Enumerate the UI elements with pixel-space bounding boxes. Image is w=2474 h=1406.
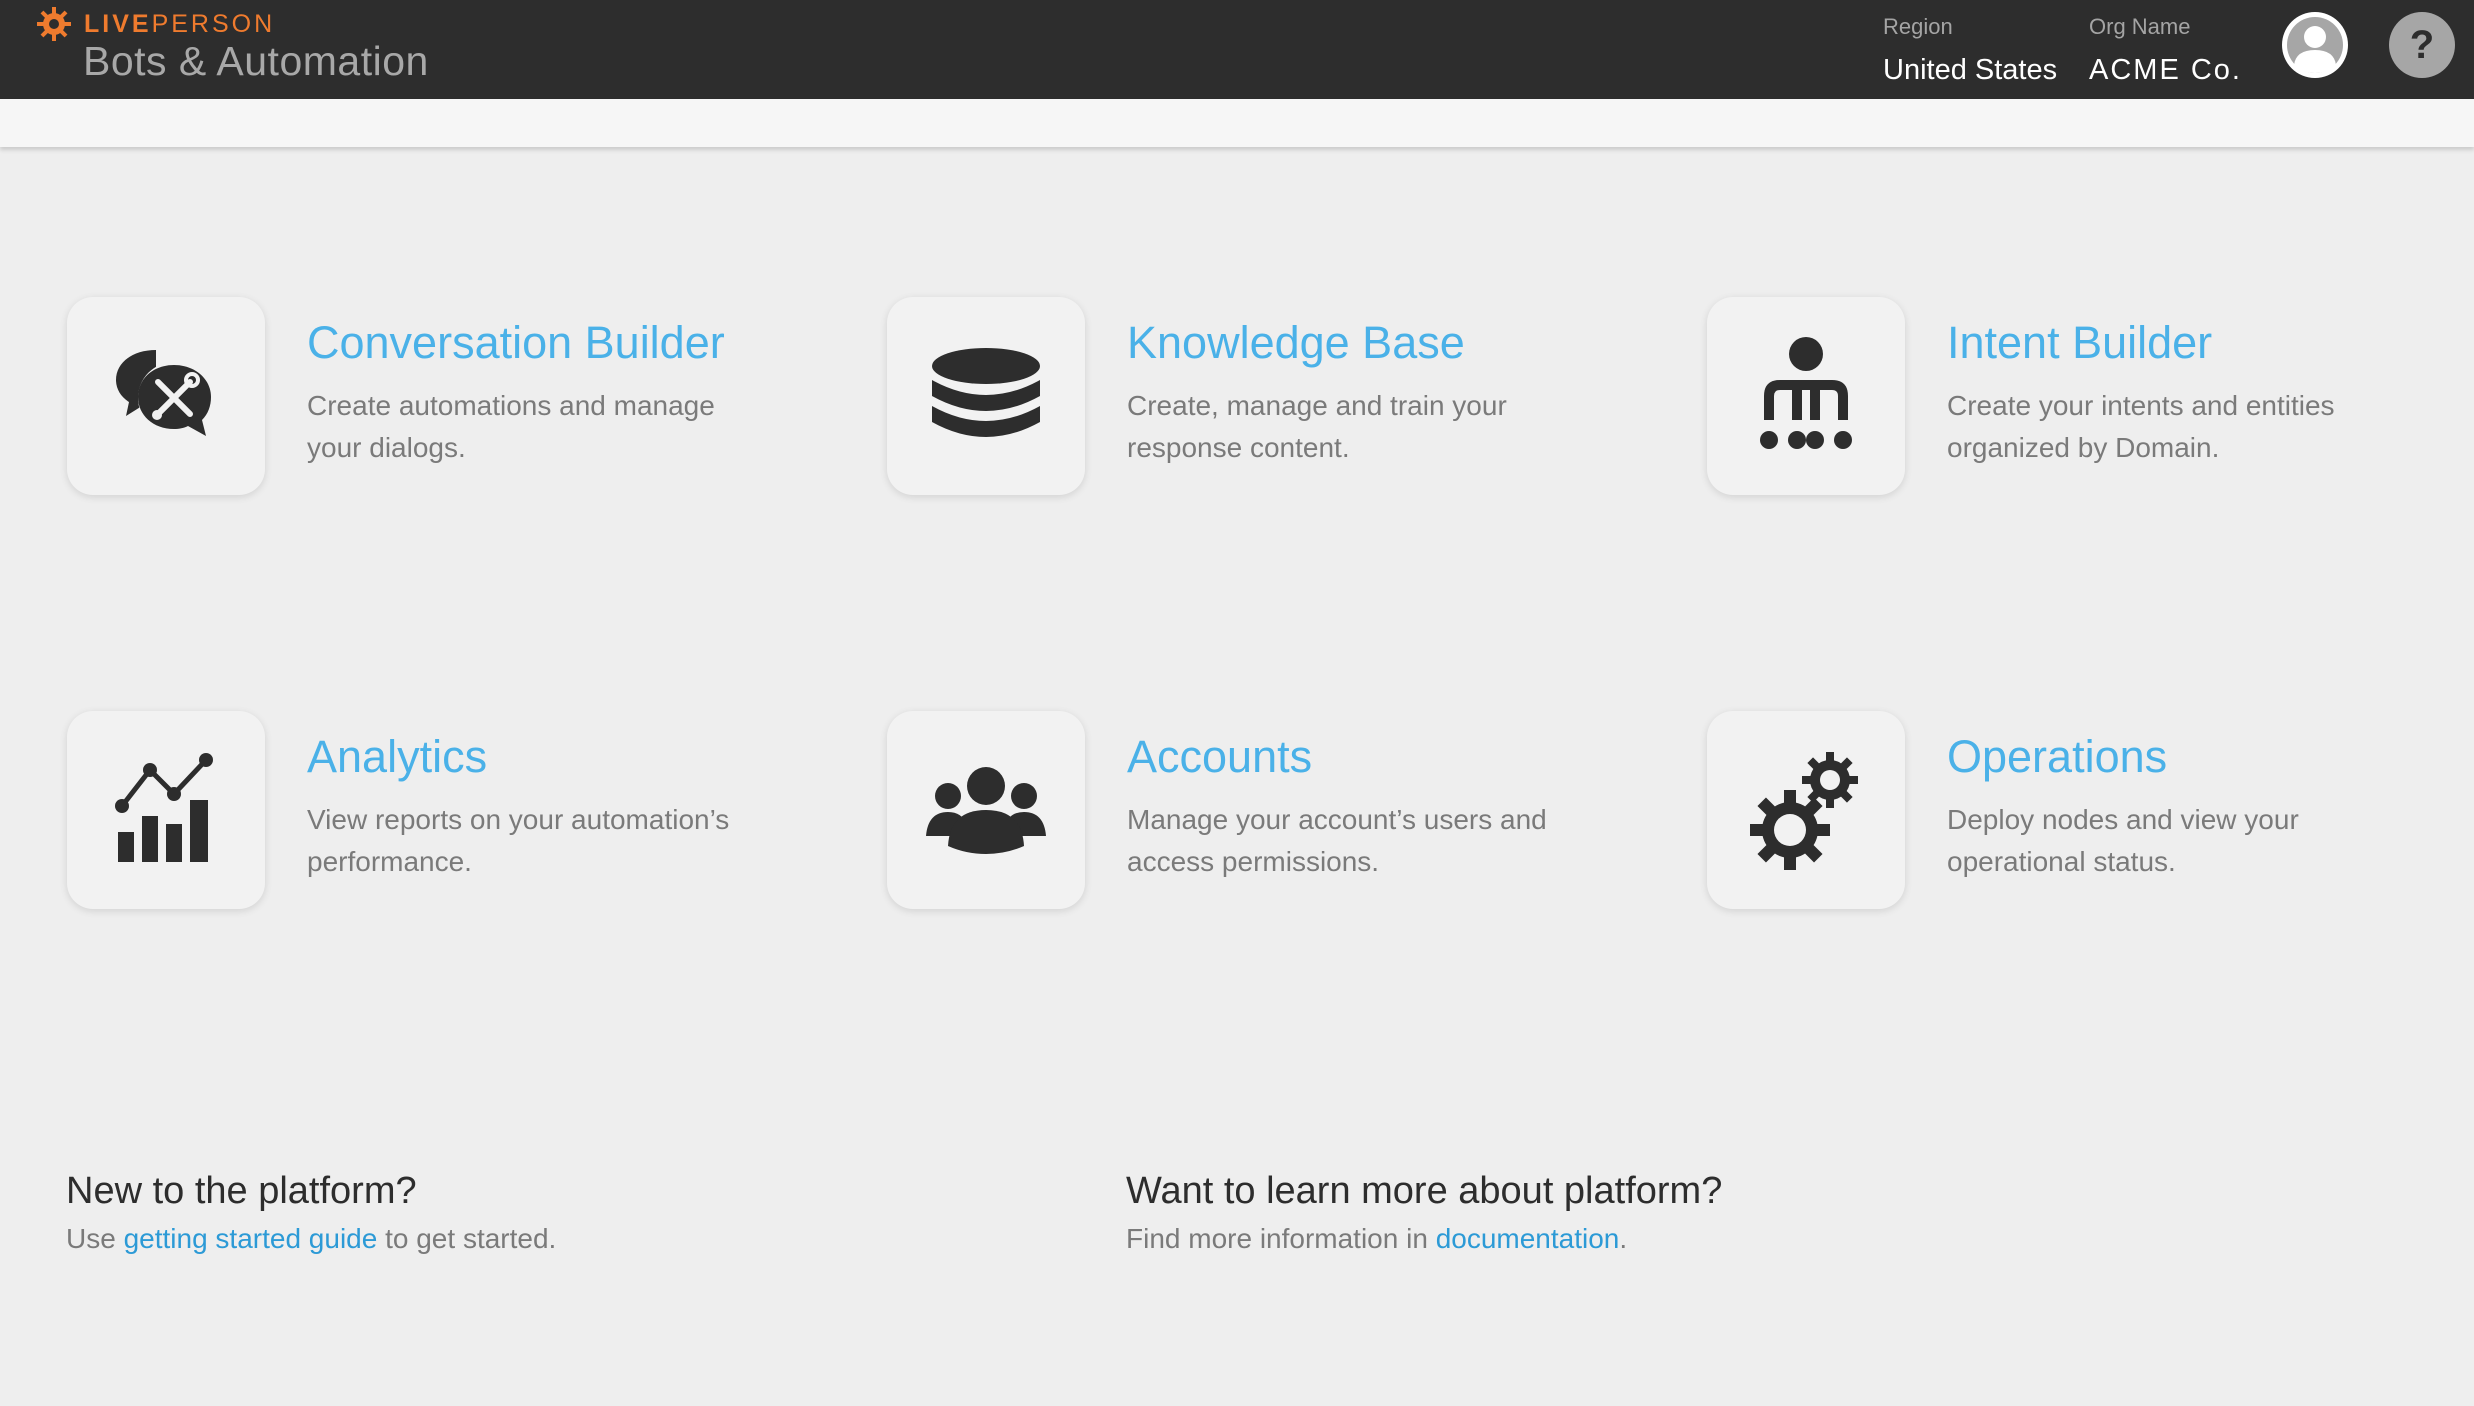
- tile-icon-box[interactable]: [67, 711, 265, 909]
- documentation-link[interactable]: documentation: [1436, 1223, 1620, 1254]
- help-icon[interactable]: ?: [2389, 12, 2455, 78]
- tile-title[interactable]: Knowledge Base: [1127, 317, 1465, 369]
- tile-title[interactable]: Intent Builder: [1947, 317, 2212, 369]
- region-value: United States: [1883, 54, 2058, 86]
- liveperson-logo[interactable]: LIVEPERSON: [36, 6, 275, 42]
- gears-icon: [1750, 752, 1858, 870]
- hierarchy-icon: [1760, 337, 1852, 449]
- getting-started-link[interactable]: getting started guide: [124, 1223, 378, 1254]
- tile-description: Create your intents and entities organiz…: [1947, 390, 2335, 463]
- tile-description: Manage your account’s users and access p…: [1127, 804, 1547, 877]
- learn-more-text: Find more information in documentation.: [1126, 1223, 1722, 1255]
- tile-title[interactable]: Accounts: [1127, 731, 1312, 783]
- learn-more-prefix: Find more information in: [1126, 1223, 1436, 1254]
- org-value: ACME Co.: [2089, 54, 2242, 86]
- bar-line-chart-icon: [115, 753, 213, 862]
- tile-description: Create, manage and train your response c…: [1127, 390, 1507, 463]
- learn-more-section: Want to learn more about platform? Find …: [1126, 1170, 1722, 1255]
- tile-icon-box[interactable]: [1707, 711, 1905, 909]
- region-selector[interactable]: Region United States: [1883, 14, 2057, 87]
- tile-icon-box[interactable]: [887, 297, 1085, 495]
- new-to-platform-suffix: to get started.: [377, 1223, 557, 1254]
- app-title: Bots & Automation: [83, 38, 429, 84]
- tile-title[interactable]: Conversation Builder: [307, 317, 725, 369]
- tile-icon-box[interactable]: [887, 711, 1085, 909]
- chat-tools-icon: [116, 350, 211, 436]
- sun-logo-icon: [37, 7, 71, 41]
- org-selector[interactable]: Org Name ACME Co.: [2089, 14, 2242, 87]
- org-label: Org Name: [2089, 14, 2191, 39]
- tile-description: Deploy nodes and view your operational s…: [1947, 804, 2299, 877]
- tile-icon-box[interactable]: [67, 297, 265, 495]
- new-to-platform-heading: New to the platform?: [66, 1170, 417, 1212]
- learn-more-heading: Want to learn more about platform?: [1126, 1170, 1723, 1212]
- top-bar: LIVEPERSON Bots & Automation Region Unit…: [0, 0, 2474, 99]
- user-avatar-icon[interactable]: [2282, 12, 2348, 78]
- tile-description: Create automations and manage your dialo…: [307, 390, 715, 463]
- new-to-platform-section: New to the platform? Use getting started…: [66, 1170, 556, 1255]
- tile-icon-box[interactable]: [1707, 297, 1905, 495]
- region-label: Region: [1883, 14, 1953, 39]
- sub-toolbar: [0, 99, 2474, 147]
- tile-title[interactable]: Analytics: [307, 731, 487, 783]
- users-icon: [926, 767, 1046, 854]
- learn-more-suffix: .: [1619, 1223, 1628, 1254]
- new-to-platform-text: Use getting started guide to get started…: [66, 1223, 556, 1255]
- database-icon: [932, 348, 1040, 437]
- tile-title[interactable]: Operations: [1947, 731, 2167, 783]
- tile-description: View reports on your automation’s perfor…: [307, 804, 730, 877]
- brand-wordmark: LIVEPERSON: [84, 9, 276, 38]
- new-to-platform-prefix: Use: [66, 1223, 124, 1254]
